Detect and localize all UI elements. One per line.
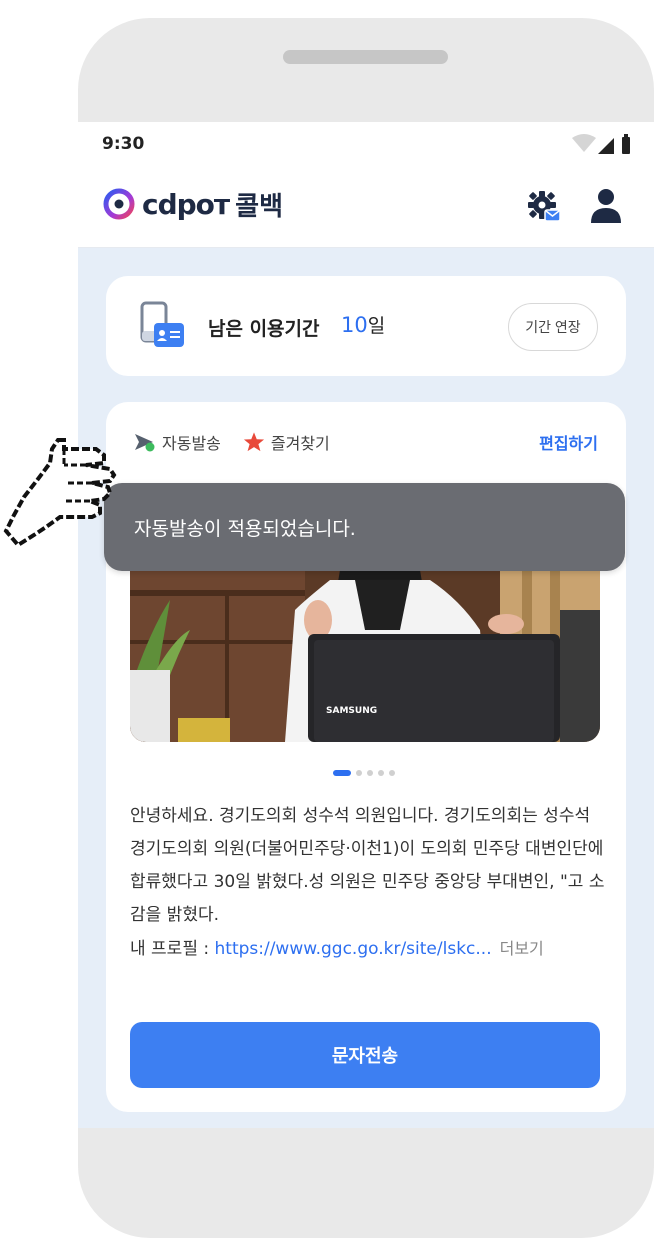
post-description-text: 안녕하세요. 경기도의회 성수석 의원입니다. 경기도의회는 성수석 경기도의회… [130,806,605,925]
logo-wordmark: cdpoт [142,187,230,221]
photo-laptop-brand: SAMSUNG [326,706,377,716]
post-tabs: 자동발송 즐겨찾기 [134,428,346,456]
remaining-period-label: 남은 이용기간 [208,318,320,340]
photo-pager [333,770,395,776]
logo-subtitle: 콜백 [235,191,283,222]
stage: 9:30 cdpoт 콜백 남은 이용기간 10일 기간 연장 자동발송 즐겨찾… [0,0,668,1250]
extend-period-button[interactable]: 기간 연장 [508,303,598,351]
tab-favorites-label: 즐겨찾기 [270,434,330,453]
remaining-days-unit: 일 [367,315,386,337]
signal-icon [598,138,614,154]
battery-icon [622,137,630,154]
profile-link[interactable]: https://www.ggc.go.kr/site/lskc... [215,939,492,959]
photo-image: SAMSUNG [130,570,600,742]
tab-favorites[interactable]: 즐겨찾기 [243,430,330,454]
star-icon [243,432,264,452]
app-logo: cdpoт 콜백 [102,184,283,224]
settings-gear-icon[interactable] [527,190,561,224]
send-message-button[interactable]: 문자전송 [130,1022,600,1088]
remaining-days: 10일 [341,311,385,338]
status-time: 9:30 [102,134,145,154]
pager-dot[interactable] [378,770,384,776]
pointing-hand-cursor-icon [3,438,117,548]
profile-prefix: 내 프로필 : [130,939,215,959]
toast-message: 자동발송이 적용되었습니다. [104,483,625,571]
subscription-card: 남은 이용기간 10일 기간 연장 [106,276,626,376]
phone-frame: 9:30 cdpoт 콜백 남은 이용기간 10일 기간 연장 자동발송 즐겨찾… [78,18,654,1238]
pager-dot[interactable] [356,770,362,776]
app-header: cdpoт 콜백 [78,164,654,248]
tab-auto-send-label: 자동발송 [162,434,221,453]
pager-dot[interactable] [367,770,373,776]
pager-dot[interactable] [333,770,351,776]
more-button[interactable]: 더보기 [500,939,544,958]
edit-button[interactable]: 편집하기 [539,430,598,454]
wifi-icon [572,134,596,152]
remaining-days-value: 10 [341,313,368,337]
pager-dot[interactable] [389,770,395,776]
send-check-icon [135,434,155,452]
phone-card-icon [140,301,184,347]
tab-auto-send[interactable]: 자동발송 [134,430,221,454]
logo-icon [103,188,135,220]
profile-user-icon[interactable] [590,188,622,224]
phone-speaker [283,50,448,64]
post-description: 안녕하세요. 경기도의회 성수석 의원입니다. 경기도의회는 성수석 경기도의회… [130,800,605,966]
toast-text: 자동발송이 적용되었습니다. [134,517,356,540]
status-bar: 9:30 [78,122,654,164]
post-photo[interactable]: SAMSUNG [130,570,600,742]
system-icons [572,134,630,154]
app-screen: 9:30 cdpoт 콜백 남은 이용기간 10일 기간 연장 자동발송 즐겨찾… [78,122,654,1128]
